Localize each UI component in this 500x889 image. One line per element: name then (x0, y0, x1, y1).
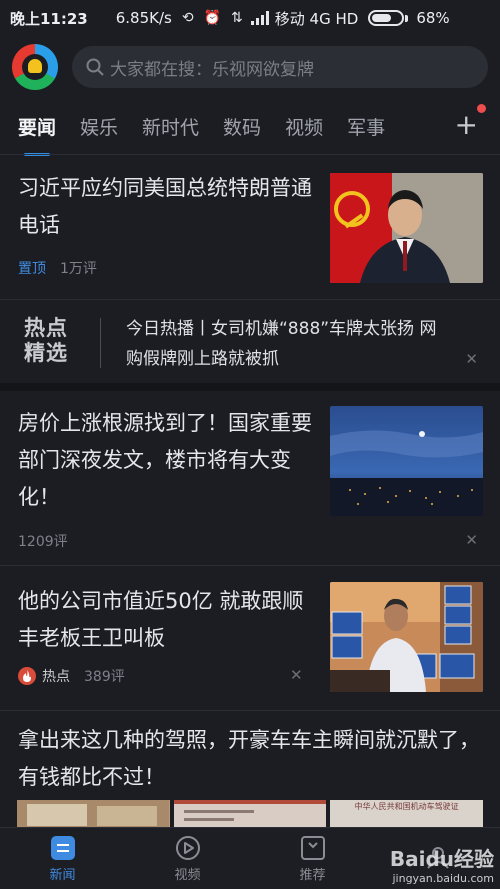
dismiss-icon[interactable]: ✕ (465, 350, 478, 368)
news-title[interactable]: 习近平应约同美国总统特朗普通电话 (18, 170, 318, 244)
play-icon (175, 835, 200, 860)
divider (0, 565, 500, 566)
carrier-label: 移动 4G HD (274, 9, 359, 28)
search-icon (86, 58, 104, 76)
battery-tip (405, 14, 409, 22)
news-meta: 置顶 1万评 (18, 258, 97, 278)
tab-headlines[interactable]: 要闻 (18, 113, 56, 156)
strip-image[interactable] (17, 800, 170, 830)
strip-image[interactable] (173, 800, 327, 830)
comment-count: 389评 (84, 669, 125, 685)
search-placeholder: 大家都在搜：乐视网欲复牌 (110, 59, 314, 80)
news-thumbnail[interactable] (330, 582, 483, 692)
news-thumbnail[interactable] (330, 173, 483, 283)
news-title[interactable]: 房价上涨根源找到了！国家重要部门深夜发文，楼市将有大变化！ (18, 405, 313, 516)
fire-icon (18, 667, 36, 685)
dismiss-icon[interactable]: ✕ (290, 666, 303, 684)
notification-dot (477, 104, 486, 113)
news-title[interactable]: 拿出来这几种的驾照，开豪车车主瞬间就沉默了，有钱都比不过！ (18, 722, 488, 796)
bell-icon (28, 59, 42, 73)
hot-tag: 热点 (42, 669, 70, 685)
top-bar: 大家都在搜：乐视网欲复牌 (0, 38, 500, 96)
tab-entertainment[interactable]: 娱乐 (80, 113, 118, 140)
nav-recommend-label: 推荐 (299, 867, 326, 883)
alarm-icon: ⏰ (203, 10, 222, 26)
battery-percent: 68% (416, 9, 450, 27)
section-band (0, 383, 500, 391)
nav-news[interactable]: 新闻 (0, 828, 125, 889)
hot-picks-card[interactable]: 热点精选 今日热播丨女司机嫌“888”车牌太张扬 网购假牌刚上路就被抓 ✕ (0, 300, 500, 382)
nav-video-label: 视频 (174, 867, 201, 883)
data-transfer-icon: ⇅ (231, 10, 243, 26)
add-channel-icon[interactable]: + (455, 110, 478, 140)
bookmark-icon (300, 835, 325, 860)
tab-new-era[interactable]: 新时代 (142, 113, 199, 140)
baidu-watermark: Baidu经验 jingyan.baidu.com (390, 843, 494, 885)
bottom-nav: 新闻 视频 推荐 Baidu经验 jingyan.baidu.com (0, 827, 500, 889)
news-thumbnail[interactable] (330, 406, 483, 516)
tab-military[interactable]: 军事 (347, 113, 385, 140)
news-meta: 1209评 (18, 531, 68, 551)
sync-off-icon: ⟲ (181, 10, 194, 26)
search-input[interactable]: 大家都在搜：乐视网欲复牌 (72, 46, 488, 88)
hot-divider (100, 318, 101, 368)
tabs-divider (0, 154, 500, 155)
nav-video[interactable]: 视频 (125, 828, 250, 889)
comment-count: 1209评 (18, 534, 68, 550)
news-meta: 热点 389评 (18, 666, 125, 686)
comment-count: 1万评 (60, 261, 97, 277)
hot-picks-logo: 热点精选 (24, 316, 68, 365)
tab-digital[interactable]: 数码 (223, 113, 261, 140)
news-title[interactable]: 他的公司市值近50亿 就敢跟顺丰老板王卫叫板 (18, 583, 318, 657)
battery-icon (368, 10, 405, 26)
divider (0, 710, 500, 711)
status-time: 晚上11:23 (10, 9, 88, 28)
nav-news-label: 新闻 (49, 867, 76, 883)
watermark-sub: jingyan.baidu.com (392, 872, 494, 885)
app-logo-icon[interactable] (12, 44, 58, 90)
license-title: 中华人民共和国机动车驾驶证 (354, 802, 459, 811)
pinned-badge: 置顶 (18, 261, 46, 277)
status-bar: 晚上11:23 6.85K/s ⟲ ⏰ ⇅ 移动 4G HD 68% (0, 0, 500, 36)
network-speed: 6.85K/s (115, 9, 172, 27)
tabs-fade (400, 98, 440, 154)
hot-picks-text[interactable]: 今日热播丨女司机嫌“888”车牌太张扬 网购假牌刚上路就被抓 (126, 314, 446, 374)
nav-recommend[interactable]: 推荐 (250, 828, 375, 889)
channel-tabs: 要闻 娱乐 新时代 数码 视频 军事 + (0, 98, 500, 156)
signal-icon (250, 11, 269, 25)
image-strip[interactable]: 中华人民共和国机动车驾驶证 (17, 800, 483, 830)
watermark-main: Baidu经验 (389, 847, 494, 871)
news-icon (50, 835, 75, 860)
strip-image[interactable]: 中华人民共和国机动车驾驶证 (330, 800, 483, 830)
dismiss-icon[interactable]: ✕ (465, 531, 478, 549)
tab-video[interactable]: 视频 (285, 113, 323, 140)
